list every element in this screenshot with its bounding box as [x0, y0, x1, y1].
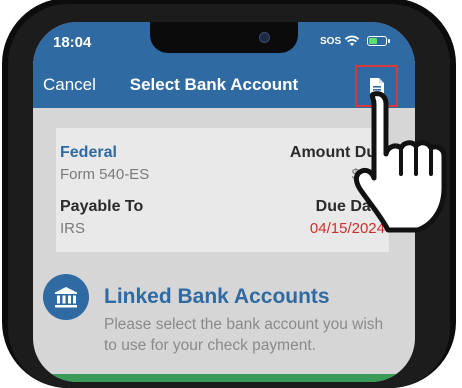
wifi-icon: [344, 35, 360, 46]
battery-icon: [367, 36, 390, 46]
federal-label: Federal: [60, 144, 117, 161]
page-title-text: Select Bank Account: [129, 75, 299, 94]
payable-to-value: IRS: [60, 220, 86, 237]
linked-accounts-title: Linked Bank Accounts: [104, 285, 330, 308]
status-time: 18:04: [53, 34, 92, 51]
bank-account-item[interactable]: [47, 374, 407, 382]
payment-summary-card: Federal Form 540-ES Amount Due $123 Paya…: [56, 128, 389, 252]
status-bar: 18:04 SOS: [33, 22, 415, 64]
payable-to-label: Payable To: [60, 198, 144, 215]
linked-accounts-description: Please select the bank account you wish …: [104, 316, 384, 354]
bank-icon: [43, 274, 89, 320]
notch: [150, 22, 298, 53]
sos-indicator: SOS: [320, 36, 342, 47]
form-value: Form 540-ES: [60, 166, 150, 183]
camera-icon: [259, 32, 270, 43]
pointing-hand-icon: [353, 91, 447, 233]
